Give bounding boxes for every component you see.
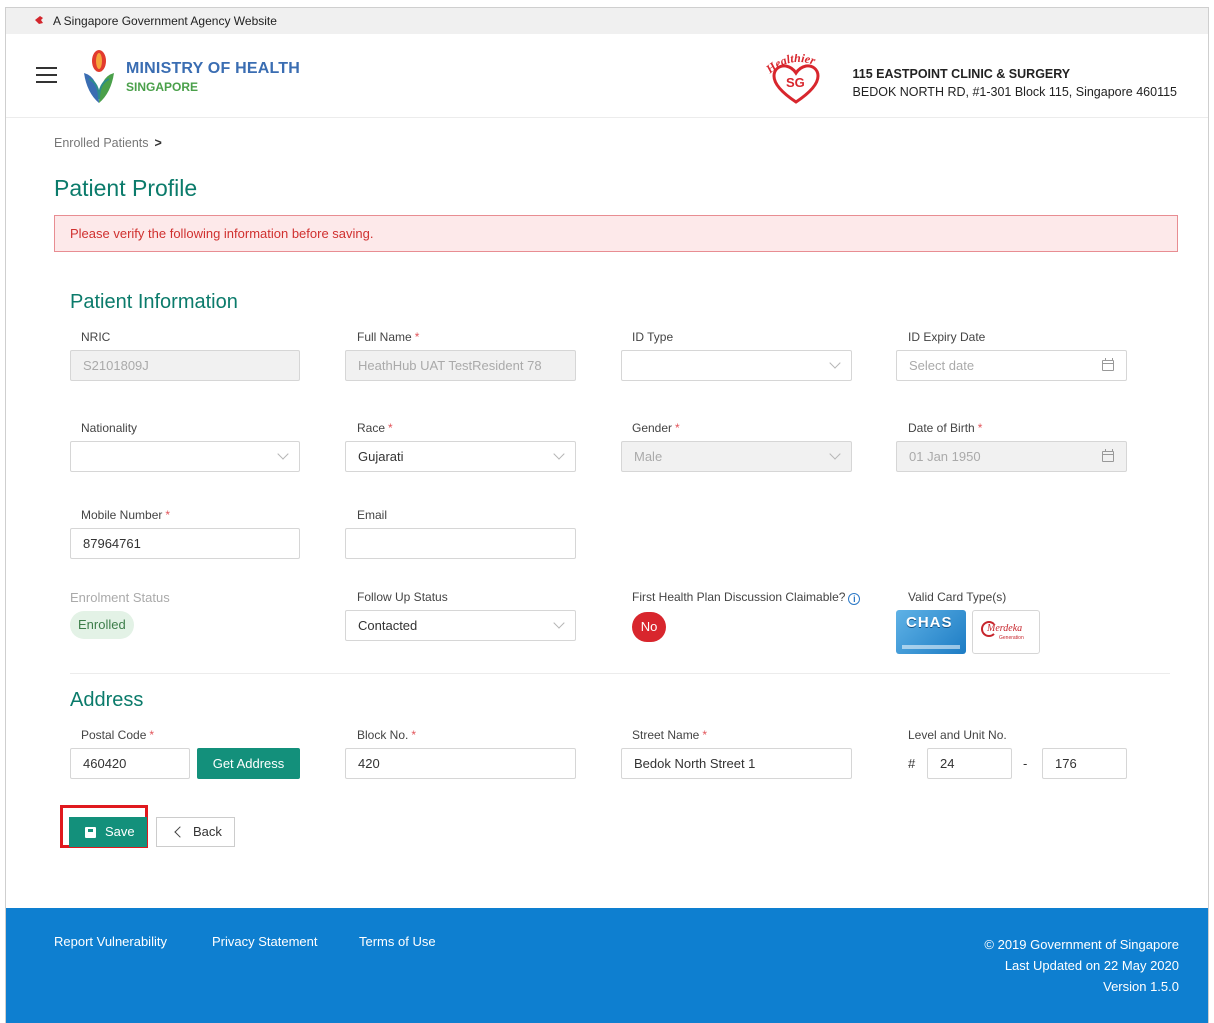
dob-label: Date of Birth * [908, 421, 983, 435]
email-label: Email [357, 508, 388, 522]
site-footer: Report Vulnerability Privacy Statement T… [6, 908, 1208, 1023]
mobile-label: Mobile Number * [81, 508, 171, 522]
save-button[interactable]: Save [69, 817, 147, 847]
unit-label: Level and Unit No. [908, 728, 1007, 742]
nric-field: S2101809J [70, 350, 300, 381]
nric-label: NRIC [81, 330, 111, 344]
calendar-icon [1102, 358, 1114, 371]
breadcrumb-enrolled-patients[interactable]: Enrolled Patients [54, 136, 149, 150]
save-icon [85, 827, 96, 838]
page-title: Patient Profile [54, 175, 198, 201]
footer-updated: Last Updated on 22 May 2020 [1004, 958, 1179, 973]
full-name-label: Full Name * [357, 330, 420, 344]
chevron-down-icon [277, 448, 289, 460]
lion-head-icon [35, 16, 43, 24]
healthier-sg-logo: SG Healthier [764, 54, 820, 104]
level-input[interactable]: 24 [927, 748, 1012, 779]
merdeka-card-image: Merdeka Generation [972, 610, 1040, 654]
footer-link-terms[interactable]: Terms of Use [359, 934, 436, 949]
ministry-name: MINISTRY OF HEALTH [126, 60, 300, 77]
verify-alert: Please verify the following information … [54, 215, 1178, 252]
dob-datepicker: 01 Jan 1950 [896, 441, 1127, 472]
gender-select: Male [621, 441, 852, 472]
section-divider [70, 673, 1170, 674]
race-label: Race * [357, 421, 393, 435]
back-label: Back [193, 824, 222, 839]
get-address-button[interactable]: Get Address [197, 748, 300, 779]
hash-symbol: # [908, 756, 916, 771]
follow-up-label: Follow Up Status [357, 590, 448, 604]
back-button[interactable]: Back [156, 817, 235, 847]
footer-meta: © 2019 Government of Singapore Last Upda… [984, 934, 1179, 997]
breadcrumb-separator: > [154, 136, 162, 150]
id-expiry-datepicker[interactable]: Select date [896, 350, 1127, 381]
gov-banner-text: A Singapore Government Agency Website [53, 14, 277, 28]
menu-icon[interactable] [36, 67, 57, 85]
chevron-down-icon [829, 357, 841, 369]
race-select[interactable]: Gujarati [345, 441, 576, 472]
block-label: Block No. * [357, 728, 417, 742]
id-type-select[interactable] [621, 350, 852, 381]
moh-logo[interactable] [81, 49, 117, 105]
full-name-field: HeathHub UAT TestResident 78 [345, 350, 576, 381]
ministry-title: MINISTRY OF HEALTH SINGAPORE [126, 60, 300, 94]
chevron-down-icon [553, 448, 565, 460]
card-types-label: Valid Card Type(s) [908, 590, 1007, 604]
footer-version: Version 1.5.0 [1103, 979, 1179, 994]
claimable-no-badge: No [632, 612, 666, 642]
gender-label: Gender * [632, 421, 680, 435]
clinic-info: 115 EASTPOINT CLINIC & SURGERY BEDOK NOR… [853, 67, 1177, 99]
gov-banner: A Singapore Government Agency Website [6, 8, 1208, 34]
footer-link-report-vulnerability[interactable]: Report Vulnerability [54, 934, 167, 949]
site-header: MINISTRY OF HEALTH SINGAPORE SG Healthie… [6, 34, 1208, 118]
calendar-icon [1102, 449, 1114, 462]
postal-code-input[interactable]: 460420 [70, 748, 190, 779]
svg-text:Healthier: Healthier [764, 54, 818, 77]
enrolment-status-label: Enrolment Status [70, 590, 170, 605]
address-title: Address [70, 689, 144, 711]
info-icon[interactable]: i [848, 593, 861, 605]
nationality-select[interactable] [70, 441, 300, 472]
ministry-country: SINGAPORE [126, 80, 199, 94]
street-label: Street Name * [632, 728, 708, 742]
id-type-label: ID Type [632, 330, 674, 344]
block-input[interactable]: 420 [345, 748, 576, 779]
follow-up-select[interactable]: Contacted [345, 610, 576, 641]
claimable-label: First Health Plan Discussion Claimable? i [632, 590, 861, 605]
email-input[interactable] [345, 528, 576, 559]
unit-dash: - [1023, 756, 1028, 771]
breadcrumb: Enrolled Patients > [54, 136, 162, 150]
enrolment-status-badge: Enrolled [70, 611, 134, 639]
footer-link-privacy[interactable]: Privacy Statement [212, 934, 318, 949]
app-frame: A Singapore Government Agency Website MI… [5, 7, 1209, 1023]
clinic-address: BEDOK NORTH RD, #1-301 Block 115, Singap… [852, 85, 1177, 99]
patient-info-title: Patient Information [70, 291, 238, 313]
postal-code-label: Postal Code * [81, 728, 155, 742]
nationality-label: Nationality [81, 421, 138, 435]
unit-input[interactable]: 176 [1042, 748, 1127, 779]
chas-card-image: CHAS [896, 610, 966, 654]
svg-text:SG: SG [786, 75, 805, 90]
footer-copyright: © 2019 Government of Singapore [984, 937, 1179, 952]
clinic-name: 115 EASTPOINT CLINIC & SURGERY [852, 67, 1071, 81]
chevron-left-icon [174, 826, 186, 838]
mobile-input[interactable]: 87964761 [70, 528, 300, 559]
street-input[interactable]: Bedok North Street 1 [621, 748, 852, 779]
save-label: Save [105, 824, 135, 839]
chevron-down-icon [829, 448, 841, 460]
chevron-down-icon [553, 617, 565, 629]
id-expiry-label: ID Expiry Date [908, 330, 986, 344]
